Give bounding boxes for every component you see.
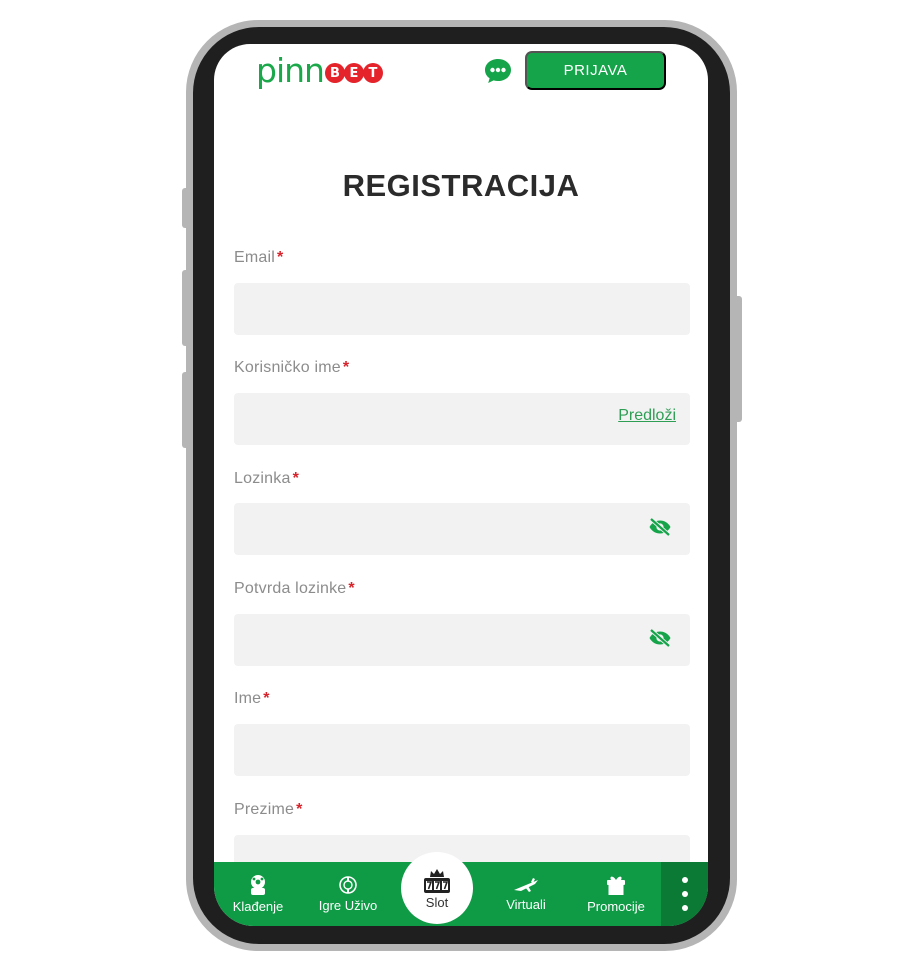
gift-icon xyxy=(607,876,625,895)
password-label: Lozinka * xyxy=(234,470,299,488)
password-label-text: Lozinka xyxy=(234,470,291,487)
logo-bet-letter: B xyxy=(324,63,345,83)
password-field[interactable] xyxy=(234,503,690,555)
password-confirm-label-text: Potvrda lozinke xyxy=(234,580,347,597)
chat-bubble-icon[interactable] xyxy=(484,57,512,85)
app-screen: pinn B E T PRIJAVA REGISTRACIJA Email * K… xyxy=(214,44,708,926)
phone-side-button xyxy=(182,188,190,228)
nav-item-virtuali[interactable]: Virtuali xyxy=(494,862,558,926)
username-label-text: Korisničko ime xyxy=(234,359,341,376)
suggest-username-link[interactable]: Predloži xyxy=(618,407,676,425)
logo-bet-letter: T xyxy=(362,63,383,83)
eye-off-icon[interactable] xyxy=(648,626,672,650)
logo-bet-badges: B E T xyxy=(324,63,383,83)
phone-side-button xyxy=(182,270,190,346)
phone-side-button xyxy=(182,372,190,448)
required-marker: * xyxy=(296,801,303,818)
last-name-label-text: Prezime xyxy=(234,801,295,818)
virtual-plane-icon xyxy=(514,878,538,892)
first-name-field[interactable] xyxy=(234,724,690,776)
password-confirm-label: Potvrda lozinke * xyxy=(234,580,355,598)
login-button[interactable]: PRIJAVA xyxy=(525,51,666,90)
live-games-icon xyxy=(339,876,357,894)
nav-label: Igre Uživo xyxy=(318,898,378,913)
username-label: Korisničko ime * xyxy=(234,359,349,377)
nav-label: Slot xyxy=(425,894,449,910)
email-label-text: Email xyxy=(234,249,276,266)
soccer-bet-icon xyxy=(251,875,265,895)
more-vertical-icon[interactable] xyxy=(661,862,708,926)
password-confirm-field[interactable] xyxy=(234,614,690,666)
pinnbet-logo[interactable]: pinn B E T xyxy=(256,54,383,88)
eye-off-icon[interactable] xyxy=(648,515,672,539)
more-dot xyxy=(681,891,688,897)
nav-label: Virtuali xyxy=(506,897,546,912)
first-name-label: Ime * xyxy=(234,690,270,708)
required-marker: * xyxy=(263,690,270,707)
logo-bet-letter: E xyxy=(343,63,364,83)
more-dot xyxy=(681,877,688,883)
phone-side-button xyxy=(734,296,742,422)
username-field[interactable]: Predloži xyxy=(234,393,690,445)
first-name-label-text: Ime xyxy=(234,690,262,707)
nav-label: Klađenje xyxy=(232,899,284,914)
nav-item-kladenje[interactable]: Klađenje xyxy=(224,862,292,926)
email-field[interactable] xyxy=(234,283,690,335)
more-dot xyxy=(681,905,688,911)
nav-label: Promocije xyxy=(587,899,645,914)
required-marker: * xyxy=(342,359,350,376)
email-label: Email * xyxy=(234,249,283,267)
required-marker: * xyxy=(292,470,299,487)
last-name-label: Prezime * xyxy=(234,801,303,819)
logo-text: pinn xyxy=(256,51,325,90)
slot-777-icon xyxy=(424,868,450,893)
nav-item-slot[interactable]: Slot xyxy=(401,852,473,924)
required-marker: * xyxy=(348,580,355,597)
nav-item-promocije[interactable]: Promocije xyxy=(580,862,652,926)
page-title: REGISTRACIJA xyxy=(342,168,580,203)
nav-item-igre-uzivo[interactable]: Igre Uživo xyxy=(310,862,386,926)
required-marker: * xyxy=(277,249,284,266)
